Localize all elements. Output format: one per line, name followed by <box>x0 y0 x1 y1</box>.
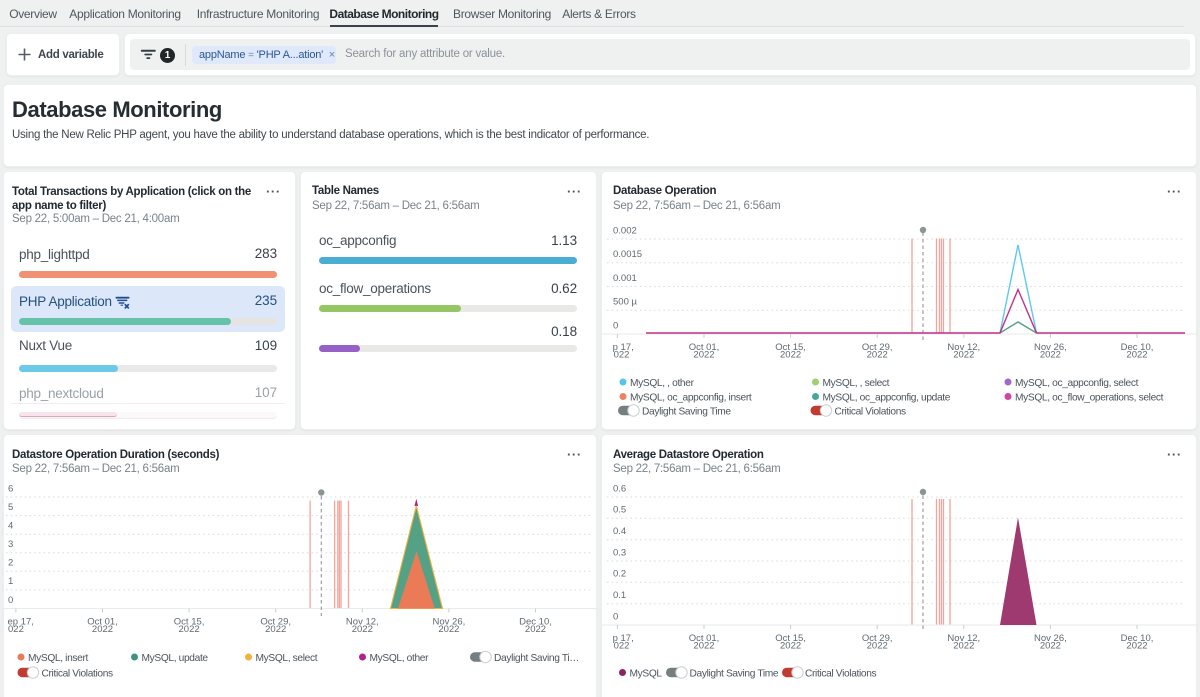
svg-text:MySQL, , other: MySQL, , other <box>630 378 695 389</box>
svg-text:0.6: 0.6 <box>613 483 626 494</box>
svg-text:2022: 2022 <box>780 350 801 361</box>
svg-text:022: 022 <box>614 350 630 361</box>
svg-text:2022: 2022 <box>1040 641 1061 652</box>
svg-text:Daylight Saving Time: Daylight Saving Time <box>642 407 731 418</box>
svg-text:0.2: 0.2 <box>613 569 626 580</box>
svg-text:2022: 2022 <box>438 624 459 635</box>
svg-text:2022: 2022 <box>92 624 113 635</box>
svg-text:MySQL: MySQL <box>630 669 663 680</box>
svg-text:MySQL, oc_appconfig, insert: MySQL, oc_appconfig, insert <box>630 393 752 404</box>
svg-text:1: 1 <box>8 576 13 587</box>
svg-text:Daylight Saving Time: Daylight Saving Time <box>690 669 779 680</box>
svg-text:0: 0 <box>613 320 618 331</box>
svg-text:2022: 2022 <box>953 641 974 652</box>
svg-text:5: 5 <box>8 502 13 513</box>
svg-text:2022: 2022 <box>1040 350 1061 361</box>
svg-text:0.5: 0.5 <box>613 505 626 516</box>
svg-text:0.3: 0.3 <box>613 547 626 558</box>
svg-text:0.001: 0.001 <box>613 273 637 284</box>
svg-text:2: 2 <box>8 558 13 569</box>
svg-text:MySQL, oc_appconfig, update: MySQL, oc_appconfig, update <box>823 393 951 404</box>
svg-text:0.1: 0.1 <box>613 590 626 601</box>
svg-text:022: 022 <box>614 641 630 652</box>
svg-text:0.4: 0.4 <box>613 526 626 537</box>
svg-text:500 µ: 500 µ <box>613 297 637 308</box>
svg-text:MySQL, insert: MySQL, insert <box>28 653 89 664</box>
svg-text:2022: 2022 <box>693 350 714 361</box>
svg-text:4: 4 <box>8 521 13 532</box>
svg-text:0.002: 0.002 <box>613 225 637 236</box>
svg-text:2022: 2022 <box>525 624 546 635</box>
svg-text:0: 0 <box>613 611 618 622</box>
svg-text:MySQL, update: MySQL, update <box>142 653 209 664</box>
svg-text:3: 3 <box>8 539 13 550</box>
svg-text:2022: 2022 <box>693 641 714 652</box>
svg-text:2022: 2022 <box>179 624 200 635</box>
svg-text:Critical Violations: Critical Violations <box>835 407 907 418</box>
svg-text:MySQL, select: MySQL, select <box>256 653 318 664</box>
svg-text:2022: 2022 <box>352 624 373 635</box>
svg-text:MySQL, other: MySQL, other <box>370 653 430 664</box>
svg-text:MySQL, oc_flow_operations, sel: MySQL, oc_flow_operations, select <box>1015 393 1164 404</box>
svg-text:MySQL, oc_appconfig, select: MySQL, oc_appconfig, select <box>1015 378 1139 389</box>
svg-text:MySQL, , select: MySQL, , select <box>823 378 890 389</box>
svg-text:2022: 2022 <box>867 350 888 361</box>
svg-text:0: 0 <box>8 595 13 606</box>
svg-text:0.0015: 0.0015 <box>613 249 642 260</box>
svg-text:022: 022 <box>8 624 24 635</box>
svg-text:2022: 2022 <box>780 641 801 652</box>
svg-text:2022: 2022 <box>953 350 974 361</box>
svg-text:6: 6 <box>8 483 13 494</box>
svg-text:Critical Violations: Critical Violations <box>42 669 114 680</box>
svg-text:2022: 2022 <box>867 641 888 652</box>
svg-text:Critical Violations: Critical Violations <box>805 669 877 680</box>
svg-text:2022: 2022 <box>1126 350 1147 361</box>
svg-text:2022: 2022 <box>1126 641 1147 652</box>
svg-text:Daylight Saving Ti…: Daylight Saving Ti… <box>494 653 579 664</box>
svg-text:2022: 2022 <box>265 624 286 635</box>
